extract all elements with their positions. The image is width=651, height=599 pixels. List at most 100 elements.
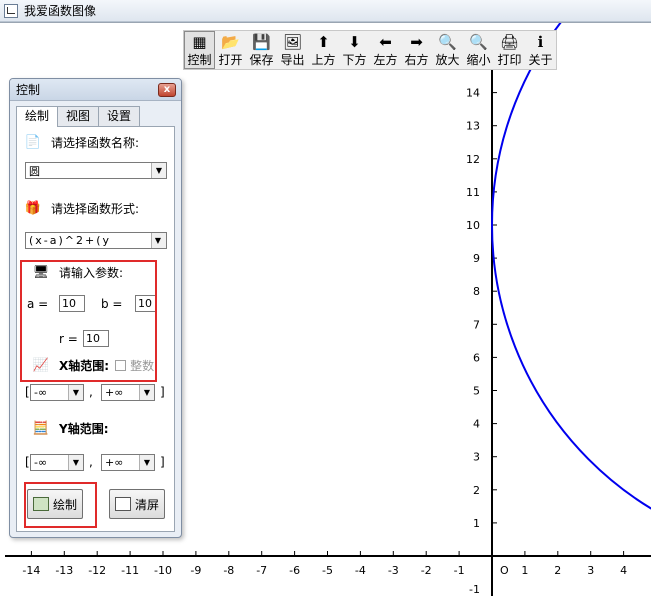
open-folder-icon: 📂 [221, 32, 240, 51]
chevron-down-icon[interactable]: ▼ [68, 455, 83, 470]
y-tick-label: 9 [473, 252, 480, 265]
y-tick-label: 8 [473, 285, 480, 298]
toolbar-button-7[interactable]: ➡ 右方 [401, 31, 432, 69]
y-range-open-bracket: [ [25, 455, 30, 469]
toolbar-button-1[interactable]: 📂 打开 [215, 31, 246, 69]
chevron-down-icon[interactable]: ▼ [139, 455, 154, 470]
toolbar-button-5[interactable]: ⬇ 下方 [339, 31, 370, 69]
arrow-up-icon: ⬆ [317, 32, 330, 51]
zoom-out-icon: 🔍 [469, 32, 488, 51]
y-tick-label: 1 [473, 517, 480, 530]
x-tick-label: -10 [154, 564, 172, 577]
toolbar-button-label: 保存 [249, 53, 274, 67]
x-range-comma: , [89, 385, 93, 399]
toolbar-button-9[interactable]: 🔍 缩小 [463, 31, 494, 69]
toolbar-button-10[interactable]: 🖨 打印 [494, 31, 525, 69]
y-tick-label: 12 [466, 153, 480, 166]
app-chart-icon [4, 3, 18, 18]
zoom-in-icon: 🔍 [438, 32, 457, 51]
toolbar-button-label: 打开 [218, 53, 243, 67]
function-name-value: 圆 [29, 164, 40, 178]
info-icon: ℹ [537, 32, 544, 51]
y-tick-label: 2 [473, 484, 480, 497]
save-disk-icon: 💾 [252, 32, 271, 51]
x-tick-label: -3 [388, 564, 399, 577]
x-range-close-bracket: ] [160, 385, 165, 399]
draw-button-highlight-box [24, 482, 97, 528]
y-tick-label: 11 [466, 186, 480, 199]
function-form-select[interactable]: (x-a)^2+(y ▼ [25, 232, 167, 249]
clear-screen-button[interactable]: 清屏 [109, 489, 165, 519]
toolbar-button-8[interactable]: 🔍 放大 [432, 31, 463, 69]
tab-settings[interactable]: 设置 [98, 106, 141, 126]
toolbar-button-3[interactable]: 🖼 导出 [277, 31, 308, 69]
toolbar-button-label: 控制 [187, 53, 212, 67]
export-image-icon: 🖼 [282, 32, 303, 51]
x-tick-label: 3 [587, 564, 594, 577]
toolbar-button-label: 打印 [497, 53, 522, 67]
x-tick-label: -6 [289, 564, 300, 577]
function-form-prompt: 请选择函数形式: [51, 202, 140, 216]
x-tick-label: -12 [88, 564, 106, 577]
x-tick-label: -9 [190, 564, 201, 577]
x-min-value: -∞ [34, 386, 48, 399]
arrow-left-icon: ⬅ [379, 32, 392, 51]
arrow-right-icon: ➡ [410, 32, 423, 51]
x-tick-label: 4 [620, 564, 627, 577]
y-max-select[interactable]: +∞ ▼ [101, 454, 155, 471]
x-tick-label: -4 [355, 564, 366, 577]
tab-draw[interactable]: 绘制 [16, 106, 59, 127]
series-curve-0 [491, 0, 651, 510]
tab-strip: 绘制 视图 设置 [16, 106, 141, 127]
x-tick-label: 2 [554, 564, 561, 577]
y-tick-label: 13 [466, 120, 480, 133]
origin-label: O [500, 564, 509, 577]
x-tick-label: 1 [521, 564, 528, 577]
close-icon[interactable]: x [158, 82, 176, 97]
toolbar-button-label: 导出 [280, 53, 305, 67]
x-tick-label: -2 [421, 564, 432, 577]
y-min-value: -∞ [34, 456, 48, 469]
chevron-down-icon[interactable]: ▼ [151, 163, 166, 178]
x-tick-label: -13 [55, 564, 73, 577]
x-range-open-bracket: [ [25, 385, 30, 399]
toolbar-button-0[interactable]: ▦ 控制 [184, 31, 215, 69]
control-panel-titlebar[interactable]: 控制 x [10, 79, 181, 101]
toolbar: ▦ 控制 📂 打开 💾 保存 🖼 导出 ⬆ 上方 ⬇ 下方 ⬅ 左方 ➡ 右方 🔍 放大 🔍 缩小 🖨 打印 ℹ 关于 [183, 30, 557, 70]
toolbar-button-4[interactable]: ⬆ 上方 [308, 31, 339, 69]
toolbar-button-label: 放大 [435, 53, 460, 67]
toolbar-button-label: 下方 [342, 53, 367, 67]
y-min-select[interactable]: -∞ ▼ [30, 454, 84, 471]
function-name-prompt: 请选择函数名称: [51, 136, 140, 150]
x-min-select[interactable]: -∞ ▼ [30, 384, 84, 401]
calculator-icon: 🧮 [32, 421, 50, 436]
title-bar: 我爱函数图像 [0, 0, 651, 22]
printer-icon: 🖨 [499, 32, 520, 51]
gift-icon: 🎁 [24, 201, 42, 216]
tab-view[interactable]: 视图 [57, 106, 100, 126]
toolbar-button-label: 右方 [404, 53, 429, 67]
function-name-select[interactable]: 圆 ▼ [25, 162, 167, 179]
control-panel-icon: ▦ [192, 32, 207, 51]
x-tick-label: -1 [454, 564, 465, 577]
toolbar-button-11[interactable]: ℹ 关于 [525, 31, 556, 69]
toolbar-button-2[interactable]: 💾 保存 [246, 31, 277, 69]
params-highlight-box [20, 260, 157, 382]
y-tick-label: 5 [473, 385, 480, 398]
chevron-down-icon[interactable]: ▼ [151, 233, 166, 248]
chevron-down-icon[interactable]: ▼ [68, 385, 83, 400]
toolbar-button-6[interactable]: ⬅ 左方 [370, 31, 401, 69]
x-max-select[interactable]: +∞ ▼ [101, 384, 155, 401]
x-tick-label: -14 [22, 564, 40, 577]
x-tick-label: -5 [322, 564, 333, 577]
y-range-label: Y轴范围: [59, 422, 109, 436]
chevron-down-icon[interactable]: ▼ [139, 385, 154, 400]
y-tick-label: 3 [473, 451, 480, 464]
y-tick-label: 4 [473, 418, 480, 431]
toolbar-button-label: 上方 [311, 53, 336, 67]
x-tick-label: -11 [121, 564, 139, 577]
y-range-comma: , [89, 455, 93, 469]
toolbar-button-label: 左方 [373, 53, 398, 67]
control-panel-title: 控制 [16, 83, 41, 97]
y-tick-label: 10 [466, 219, 480, 232]
